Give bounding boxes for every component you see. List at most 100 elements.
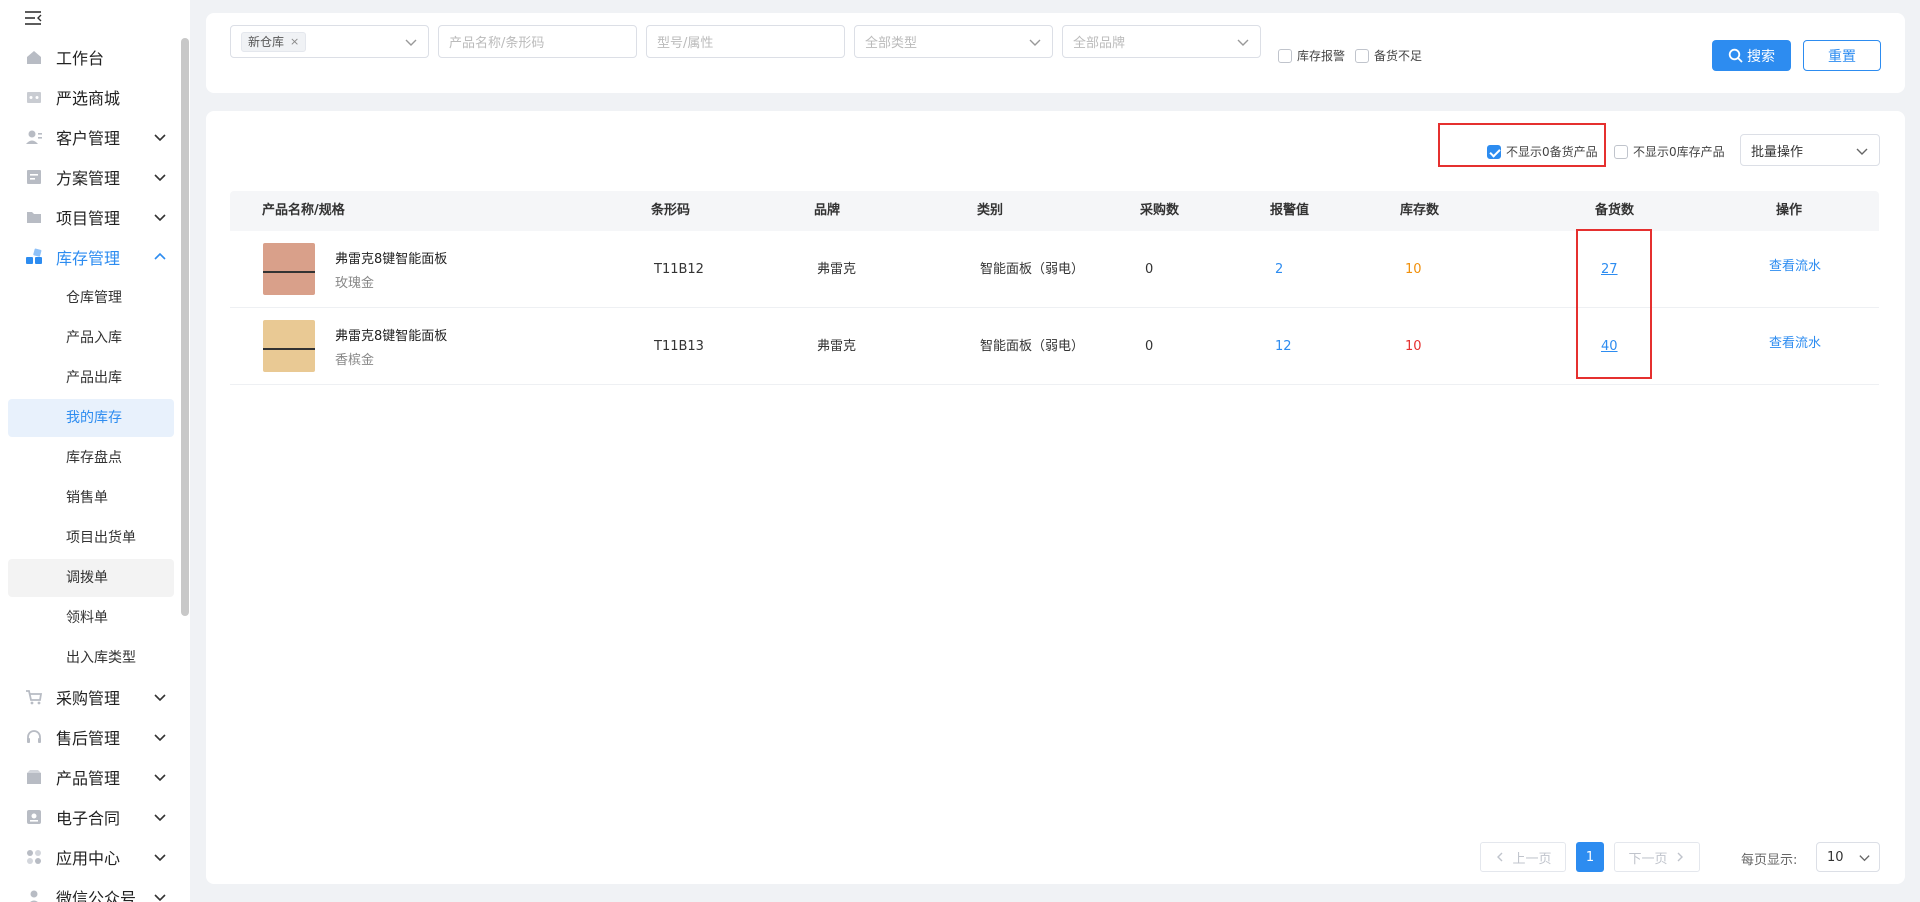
alarm-cell: 2 xyxy=(1275,262,1284,277)
chevron-down-icon xyxy=(1859,855,1870,862)
brand-cell: 弗雷克 xyxy=(817,339,857,354)
purchase-cell: 0 xyxy=(1145,262,1154,277)
type-select[interactable]: 全部类型 xyxy=(854,25,1053,58)
submenu-project-shipment[interactable]: 项目出货单 xyxy=(8,519,174,557)
menu-item-aftersales[interactable]: 售后管理 xyxy=(8,717,174,757)
chevron-right-icon xyxy=(1677,852,1683,862)
product-spec: 香槟金 xyxy=(335,353,375,368)
product-name: 弗雷克8键智能面板 xyxy=(335,252,448,267)
menu-item-apps[interactable]: 应用中心 xyxy=(8,837,174,877)
hide-zero-stockup-label: 不显示0备货产品 xyxy=(1506,145,1598,159)
submenu-product-in[interactable]: 产品入库 xyxy=(8,319,174,357)
chevron-down-icon xyxy=(154,774,166,782)
checkbox-box[interactable] xyxy=(1278,48,1292,63)
wechat-icon xyxy=(24,887,44,902)
menu-item-project[interactable]: 项目管理 xyxy=(8,197,174,237)
chevron-down-icon xyxy=(405,39,417,46)
model-search-input[interactable]: 型号/属性 xyxy=(646,25,845,58)
column-header: 报警值 xyxy=(1270,203,1310,218)
column-header: 产品名称/规格 xyxy=(262,203,345,218)
type-select-placeholder: 全部类型 xyxy=(865,36,918,51)
chevron-down-icon xyxy=(154,734,166,742)
submenu-io-type[interactable]: 出入库类型 xyxy=(8,639,174,677)
submenu-sales-order[interactable]: 销售单 xyxy=(8,479,174,517)
stock-alarm-checkbox[interactable]: 库存报警 xyxy=(1278,47,1345,64)
column-header: 采购数 xyxy=(1140,203,1180,218)
menu-item-customer[interactable]: 客户管理 xyxy=(8,117,174,157)
stock-short-checkbox[interactable]: 备货不足 xyxy=(1355,47,1422,64)
search-icon xyxy=(1728,48,1743,63)
apps-icon xyxy=(24,847,44,867)
chevron-down-icon xyxy=(1856,148,1868,155)
headset-icon xyxy=(24,727,44,747)
sidebar-scrollbar[interactable] xyxy=(181,38,189,616)
page-number-current[interactable]: 1 xyxy=(1576,842,1604,872)
menu-item-contract[interactable]: 电子合同 xyxy=(8,797,174,837)
category-cell: 智能面板（弱电） xyxy=(980,262,1085,277)
menu-collapse-icon[interactable] xyxy=(24,10,44,26)
product-search-placeholder: 产品名称/条形码 xyxy=(449,36,545,51)
contract-icon xyxy=(24,807,44,827)
view-flow-link[interactable]: 查看流水 xyxy=(1769,228,1821,305)
hide-zero-stockup-checkbox[interactable]: 不显示0备货产品 xyxy=(1487,143,1598,160)
barcode-cell: T11B13 xyxy=(654,339,704,354)
chevron-up-icon xyxy=(154,252,166,260)
menu-label: 项目管理 xyxy=(56,209,121,228)
home-icon xyxy=(24,47,44,67)
highlight-box xyxy=(1576,229,1652,379)
bulk-actions-select[interactable]: 批量操作 xyxy=(1740,134,1880,166)
product-search-input[interactable]: 产品名称/条形码 xyxy=(438,25,637,58)
stock-short-label: 备货不足 xyxy=(1374,49,1423,63)
menu-item-scheme[interactable]: 方案管理 xyxy=(8,157,174,197)
table-header: 产品名称/规格 条形码 品牌 类别 采购数 报警值 库存数 备货数 操作 xyxy=(230,191,1879,231)
chevron-down-icon xyxy=(1029,39,1041,46)
product-thumbnail xyxy=(263,320,315,372)
model-search-placeholder: 型号/属性 xyxy=(657,36,714,51)
hide-zero-inventory-label: 不显示0库存产品 xyxy=(1633,145,1725,159)
prev-page-button[interactable]: 上一页 xyxy=(1480,842,1566,872)
column-header: 条形码 xyxy=(651,203,691,218)
box-icon xyxy=(24,767,44,787)
reset-button[interactable]: 重置 xyxy=(1803,40,1881,71)
purchase-cell: 0 xyxy=(1145,339,1154,354)
tag-close-icon[interactable]: × xyxy=(290,35,299,48)
hide-zero-inventory-checkbox[interactable]: 不显示0库存产品 xyxy=(1614,143,1725,160)
menu-item-mall[interactable]: 严选商城 xyxy=(8,77,174,117)
submenu-warehouse[interactable]: 仓库管理 xyxy=(8,279,174,317)
next-page-button[interactable]: 下一页 xyxy=(1614,842,1700,872)
menu-item-purchase[interactable]: 采购管理 xyxy=(8,677,174,717)
menu-item-product[interactable]: 产品管理 xyxy=(8,757,174,797)
menu-item-workbench[interactable]: 工作台 xyxy=(8,37,174,77)
scheme-icon xyxy=(24,167,44,187)
checkbox-box[interactable] xyxy=(1487,144,1501,159)
barcode-cell: T11B12 xyxy=(654,262,704,277)
chevron-down-icon xyxy=(154,854,166,862)
chevron-down-icon xyxy=(154,174,166,182)
warehouse-select[interactable]: 新仓库 × xyxy=(230,25,429,58)
menu-item-inventory[interactable]: 库存管理 xyxy=(8,237,174,277)
menu-label: 售后管理 xyxy=(56,729,121,748)
checkbox-box[interactable] xyxy=(1355,48,1369,63)
brand-select-placeholder: 全部品牌 xyxy=(1073,36,1126,51)
product-thumbnail xyxy=(263,243,315,295)
brand-select[interactable]: 全部品牌 xyxy=(1062,25,1261,58)
warehouse-tag: 新仓库 × xyxy=(241,31,307,52)
stock-alarm-label: 库存报警 xyxy=(1297,49,1346,63)
submenu-stocktaking[interactable]: 库存盘点 xyxy=(8,439,174,477)
customer-icon xyxy=(24,127,44,147)
per-page-select[interactable]: 10 xyxy=(1816,842,1880,872)
menu-item-wechat[interactable]: 微信公众号 xyxy=(8,877,174,902)
search-button[interactable]: 搜索 xyxy=(1712,40,1791,71)
column-header: 备货数 xyxy=(1595,203,1635,218)
submenu-transfer[interactable]: 调拨单 xyxy=(8,559,174,597)
shop-icon xyxy=(24,87,44,107)
sidebar: 工作台 严选商城 客户管理 方案管理 项目管理 库存管理 仓库管理 产品入库 产… xyxy=(0,0,190,902)
checkbox-box[interactable] xyxy=(1614,144,1628,159)
submenu-product-out[interactable]: 产品出库 xyxy=(8,359,174,397)
chevron-down-icon xyxy=(154,134,166,142)
prev-page-label: 上一页 xyxy=(1512,851,1552,867)
view-flow-link[interactable]: 查看流水 xyxy=(1769,305,1821,382)
submenu-material-requisition[interactable]: 领料单 xyxy=(8,599,174,637)
per-page-label: 每页显示: xyxy=(1741,853,1798,868)
submenu-my-inventory[interactable]: 我的库存 xyxy=(8,399,174,437)
